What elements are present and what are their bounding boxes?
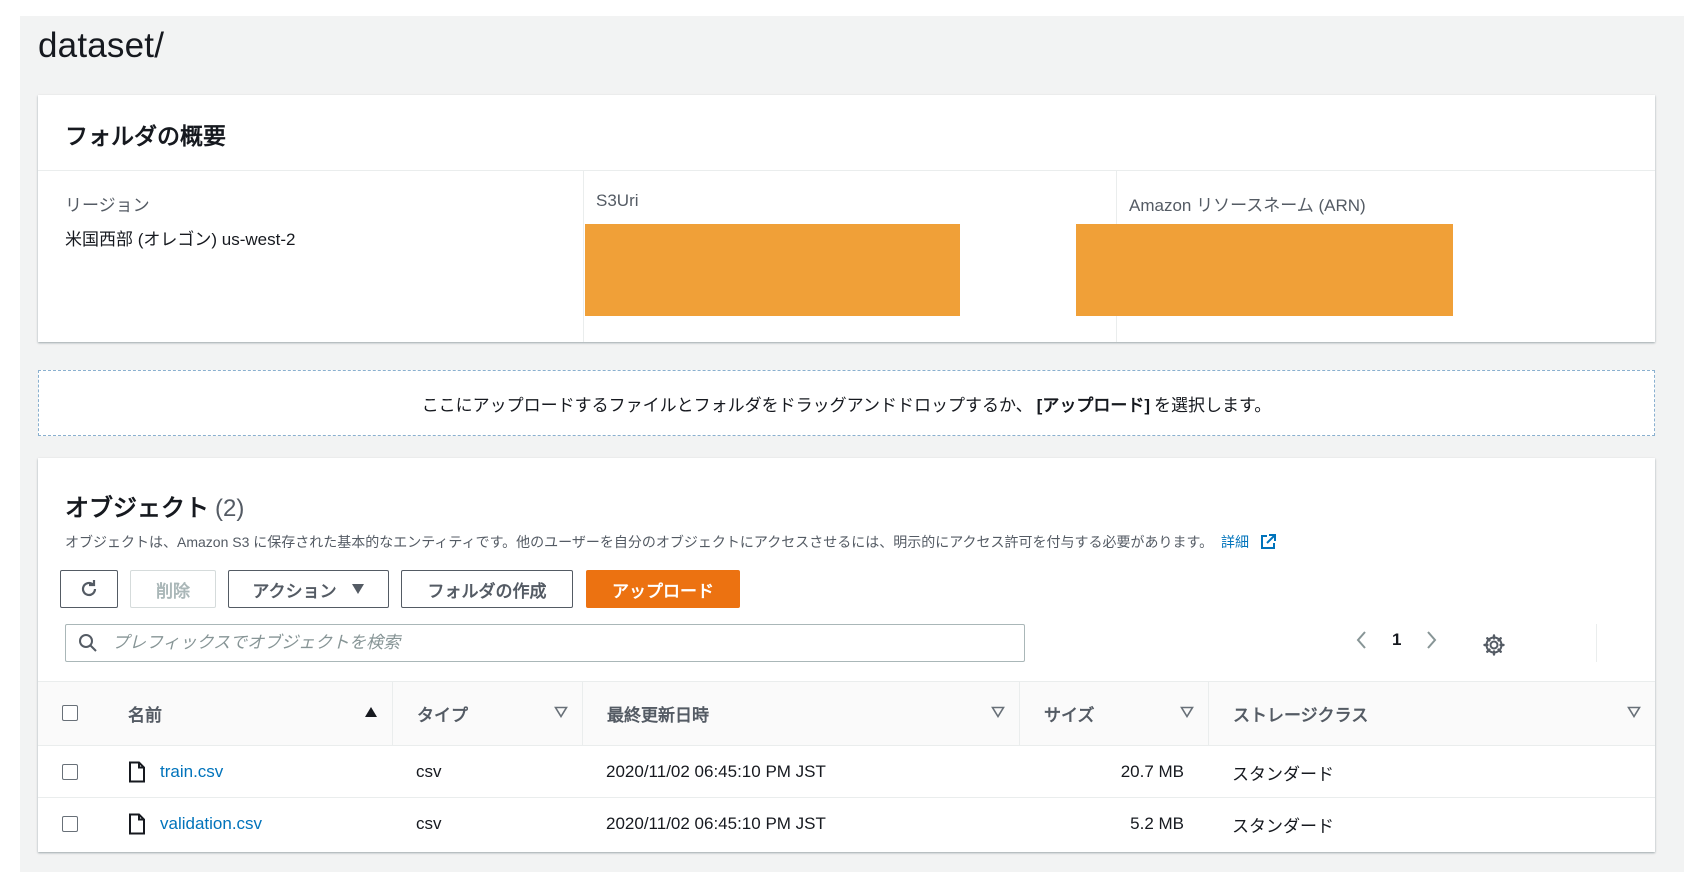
current-page-number[interactable]: 1 <box>1392 630 1401 650</box>
object-size: 20.7 MB <box>1120 762 1184 781</box>
arn-label: Amazon リソースネーム (ARN) <box>1129 196 1366 215</box>
column-storage-class-label: ストレージクラス <box>1233 706 1369 725</box>
object-last-modified: 2020/11/02 06:45:10 PM JST <box>606 762 826 781</box>
folder-overview-panel: フォルダの概要 リージョン 米国西部 (オレゴン) us-west-2 S3Ur… <box>38 95 1655 342</box>
sort-descending-icon[interactable] <box>1180 706 1194 718</box>
create-folder-label: フォルダの作成 <box>427 581 547 601</box>
object-storage-class: スタンダード <box>1232 816 1334 836</box>
objects-description-text: オブジェクトは、Amazon S3 に保存された基本的なエンティティです。他のユ… <box>65 534 1214 550</box>
object-type: csv <box>416 814 442 833</box>
file-icon <box>129 761 145 783</box>
sort-descending-icon[interactable] <box>1627 706 1641 718</box>
column-header-storage-class[interactable]: ストレージクラス <box>1208 682 1655 745</box>
column-header-size[interactable]: サイズ <box>1019 682 1208 745</box>
objects-description: オブジェクトは、Amazon S3 に保存された基本的なエンティティです。他のユ… <box>65 532 1277 552</box>
object-last-modified: 2020/11/02 06:45:10 PM JST <box>606 814 826 833</box>
search-box[interactable] <box>65 624 1025 662</box>
table-row[interactable]: train.csv csv 2020/11/02 06:45:10 PM JST… <box>38 746 1655 798</box>
name-cell: train.csv <box>128 746 223 798</box>
region-section: リージョン 米国西部 (オレゴン) us-west-2 <box>65 171 565 342</box>
file-icon <box>129 813 145 835</box>
sort-descending-icon[interactable] <box>554 706 568 718</box>
details-link[interactable]: 詳細 <box>1221 534 1249 550</box>
arn-redaction <box>1076 224 1453 316</box>
delete-button-label: 削除 <box>156 581 190 601</box>
actions-label: アクション <box>252 581 337 601</box>
upload-label: アップロード <box>612 581 714 601</box>
column-name-label: 名前 <box>128 706 162 725</box>
column-header-type[interactable]: タイプ <box>392 682 582 745</box>
row-checkbox[interactable] <box>62 764 78 780</box>
page-title: dataset/ <box>38 26 165 65</box>
upload-dropzone[interactable]: ここにアップロードするファイルとフォルダをドラッグアンドドロップするか、 [アッ… <box>38 370 1655 436</box>
sort-descending-icon[interactable] <box>991 706 1005 718</box>
s3uri-label: S3Uri <box>596 191 639 210</box>
column-size-label: サイズ <box>1044 706 1095 725</box>
column-header-name[interactable]: 名前 <box>128 682 392 745</box>
object-storage-class: スタンダード <box>1232 764 1334 784</box>
gear-icon[interactable] <box>1482 633 1506 657</box>
dropzone-text: ここにアップロードするファイルとフォルダをドラッグアンドドロップするか、 <box>421 395 1033 415</box>
object-type: csv <box>416 762 442 781</box>
object-name-link[interactable]: validation.csv <box>160 814 262 834</box>
create-folder-button[interactable]: フォルダの作成 <box>401 570 573 608</box>
delete-button[interactable]: 削除 <box>130 570 216 608</box>
dropzone-text-end: を選択します。 <box>1154 395 1272 415</box>
column-type-label: タイプ <box>417 706 468 725</box>
objects-title: オブジェクト <box>65 495 209 522</box>
dropzone-upload-keyword: [アップロード] <box>1036 395 1150 415</box>
refresh-button[interactable] <box>60 570 118 608</box>
objects-count: (2) <box>215 495 245 522</box>
objects-panel: オブジェクト (2) オブジェクトは、Amazon S3 に保存された基本的なエン… <box>38 458 1655 852</box>
s3uri-redaction <box>585 224 960 316</box>
objects-heading: オブジェクト (2) <box>65 488 244 523</box>
table-header: 名前 タイプ 最終更新日時 サイズ ストレージクラス <box>38 681 1655 746</box>
caret-down-icon <box>351 584 364 594</box>
column-header-last-modified[interactable]: 最終更新日時 <box>582 682 1019 745</box>
refresh-icon <box>81 580 97 597</box>
folder-overview-heading: フォルダの概要 <box>38 95 1655 171</box>
search-icon <box>79 634 97 652</box>
pagination-divider <box>1596 624 1597 662</box>
pagination: 1 <box>1354 628 1439 652</box>
search-input[interactable] <box>110 632 994 654</box>
column-modified-label: 最終更新日時 <box>607 706 709 725</box>
row-checkbox[interactable] <box>62 816 78 832</box>
select-all-checkbox[interactable] <box>62 705 78 721</box>
name-cell: validation.csv <box>128 798 262 850</box>
region-value: 米国西部 (オレゴン) us-west-2 <box>65 230 296 249</box>
upload-button[interactable]: アップロード <box>586 570 740 608</box>
chevron-left-icon[interactable] <box>1354 628 1370 652</box>
chevron-right-icon[interactable] <box>1423 628 1439 652</box>
sort-ascending-icon[interactable] <box>364 706 378 718</box>
region-label: リージョン <box>65 196 150 215</box>
external-link-icon[interactable] <box>1259 533 1277 551</box>
table-row[interactable]: validation.csv csv 2020/11/02 06:45:10 P… <box>38 798 1655 850</box>
actions-dropdown[interactable]: アクション <box>228 570 389 608</box>
object-size: 5.2 MB <box>1130 814 1184 833</box>
object-name-link[interactable]: train.csv <box>160 762 223 782</box>
